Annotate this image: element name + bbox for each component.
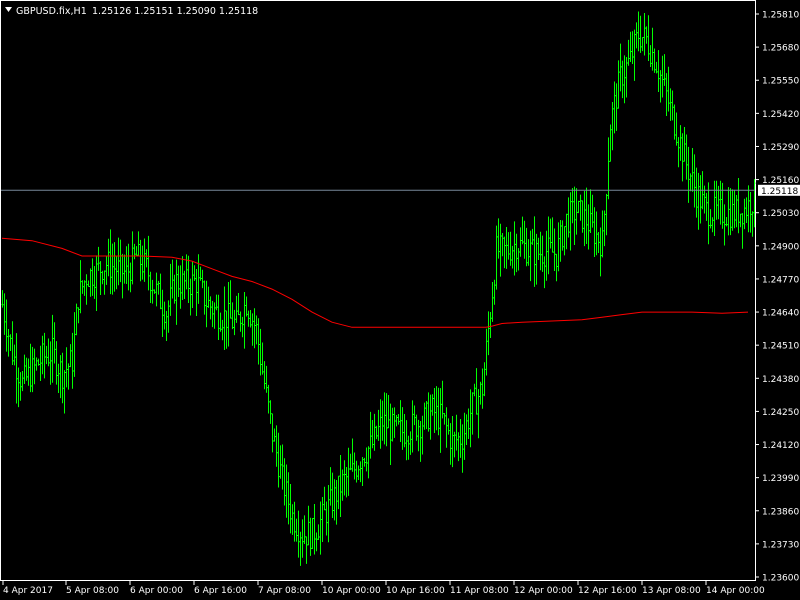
symbol-label: GBPUSD.fix,H1 xyxy=(16,6,87,17)
chart-header: GBPUSD.fix,H1 1.25126 1.25151 1.25090 1.… xyxy=(5,6,258,17)
chart-background xyxy=(0,0,800,600)
price-tick-label: 1.24640 xyxy=(762,309,799,319)
price-tick-label: 1.23860 xyxy=(762,507,799,517)
time-tick-label: 10 Apr 16:00 xyxy=(386,586,445,596)
time-tick-label: 4 Apr 2017 xyxy=(3,586,53,596)
price-tick-label: 1.24510 xyxy=(762,342,799,352)
price-tick-label: 1.25160 xyxy=(762,176,799,186)
time-tick-label: 14 Apr 00:00 xyxy=(706,586,765,596)
time-tick-label: 6 Apr 00:00 xyxy=(130,586,183,596)
time-tick-label: 7 Apr 08:00 xyxy=(258,586,311,596)
price-tick-label: 1.24900 xyxy=(762,242,799,252)
time-tick-label: 12 Apr 16:00 xyxy=(578,586,637,596)
price-tick-label: 1.25680 xyxy=(762,44,799,54)
price-tick-label: 1.24250 xyxy=(762,408,799,418)
ohlc-values: 1.25126 1.25151 1.25090 1.25118 xyxy=(92,6,258,17)
price-tick-label: 1.23730 xyxy=(762,540,799,550)
time-tick-label: 6 Apr 16:00 xyxy=(194,586,247,596)
price-tick-label: 1.24770 xyxy=(762,275,799,285)
price-tick-label: 1.25030 xyxy=(762,209,799,219)
price-chart[interactable]: 1.25810 1.25680 1.25550 1.25420 1.25290 1.251… xyxy=(0,0,800,600)
time-tick-label: 12 Apr 00:00 xyxy=(514,586,573,596)
time-tick-label: 13 Apr 08:00 xyxy=(642,586,701,596)
current-price-label: 1.25118 xyxy=(761,187,798,197)
time-tick-label: 5 Apr 08:00 xyxy=(66,586,119,596)
price-tick-label: 1.23990 xyxy=(762,474,799,484)
price-tick-label: 1.25550 xyxy=(762,77,799,87)
price-tick-label: 1.24120 xyxy=(762,441,799,451)
price-tick-label: 1.25290 xyxy=(762,143,799,153)
price-tick-label: 1.25420 xyxy=(762,110,799,120)
time-tick-label: 10 Apr 00:00 xyxy=(322,586,381,596)
price-tick-label: 1.25810 xyxy=(762,11,799,21)
time-tick-label: 11 Apr 08:00 xyxy=(450,586,509,596)
price-tick-label: 1.24380 xyxy=(762,375,799,385)
price-tick-label: 1.23600 xyxy=(762,574,799,584)
